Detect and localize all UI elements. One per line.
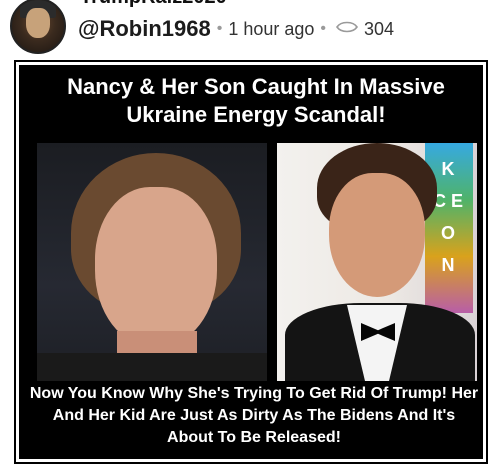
photo-right-banner-letters: KC EO N [433, 159, 464, 275]
post-meta: @Robin1968 • 1 hour ago • 304 [78, 16, 394, 42]
avatar-face [26, 8, 50, 38]
avatar[interactable] [10, 0, 66, 54]
separator-dot: • [320, 20, 327, 37]
photo-left-face [95, 187, 217, 347]
post-time: 1 hour ago [228, 18, 315, 39]
eye-icon [336, 20, 358, 39]
meme-image[interactable]: Nancy & Her Son Caught In Massive Ukrain… [14, 60, 488, 464]
photo-right-face [329, 173, 425, 297]
photo-right: KC EO N [277, 143, 477, 381]
meme-caption: Now You Know Why She's Trying To Get Rid… [29, 385, 479, 446]
post-header: TrumpRalz2020 @Robin1968 • 1 hour ago • … [0, 0, 500, 58]
separator-dot: • [216, 20, 223, 37]
meme-headline: Nancy & Her Son Caught In Massive Ukrain… [67, 74, 445, 127]
user-handle[interactable]: @Robin1968 [78, 16, 211, 42]
photo-left [37, 143, 267, 381]
account-name[interactable]: TrumpRalz2020 [80, 0, 227, 9]
view-count: 304 [364, 18, 395, 39]
photo-left-jacket [37, 353, 267, 381]
